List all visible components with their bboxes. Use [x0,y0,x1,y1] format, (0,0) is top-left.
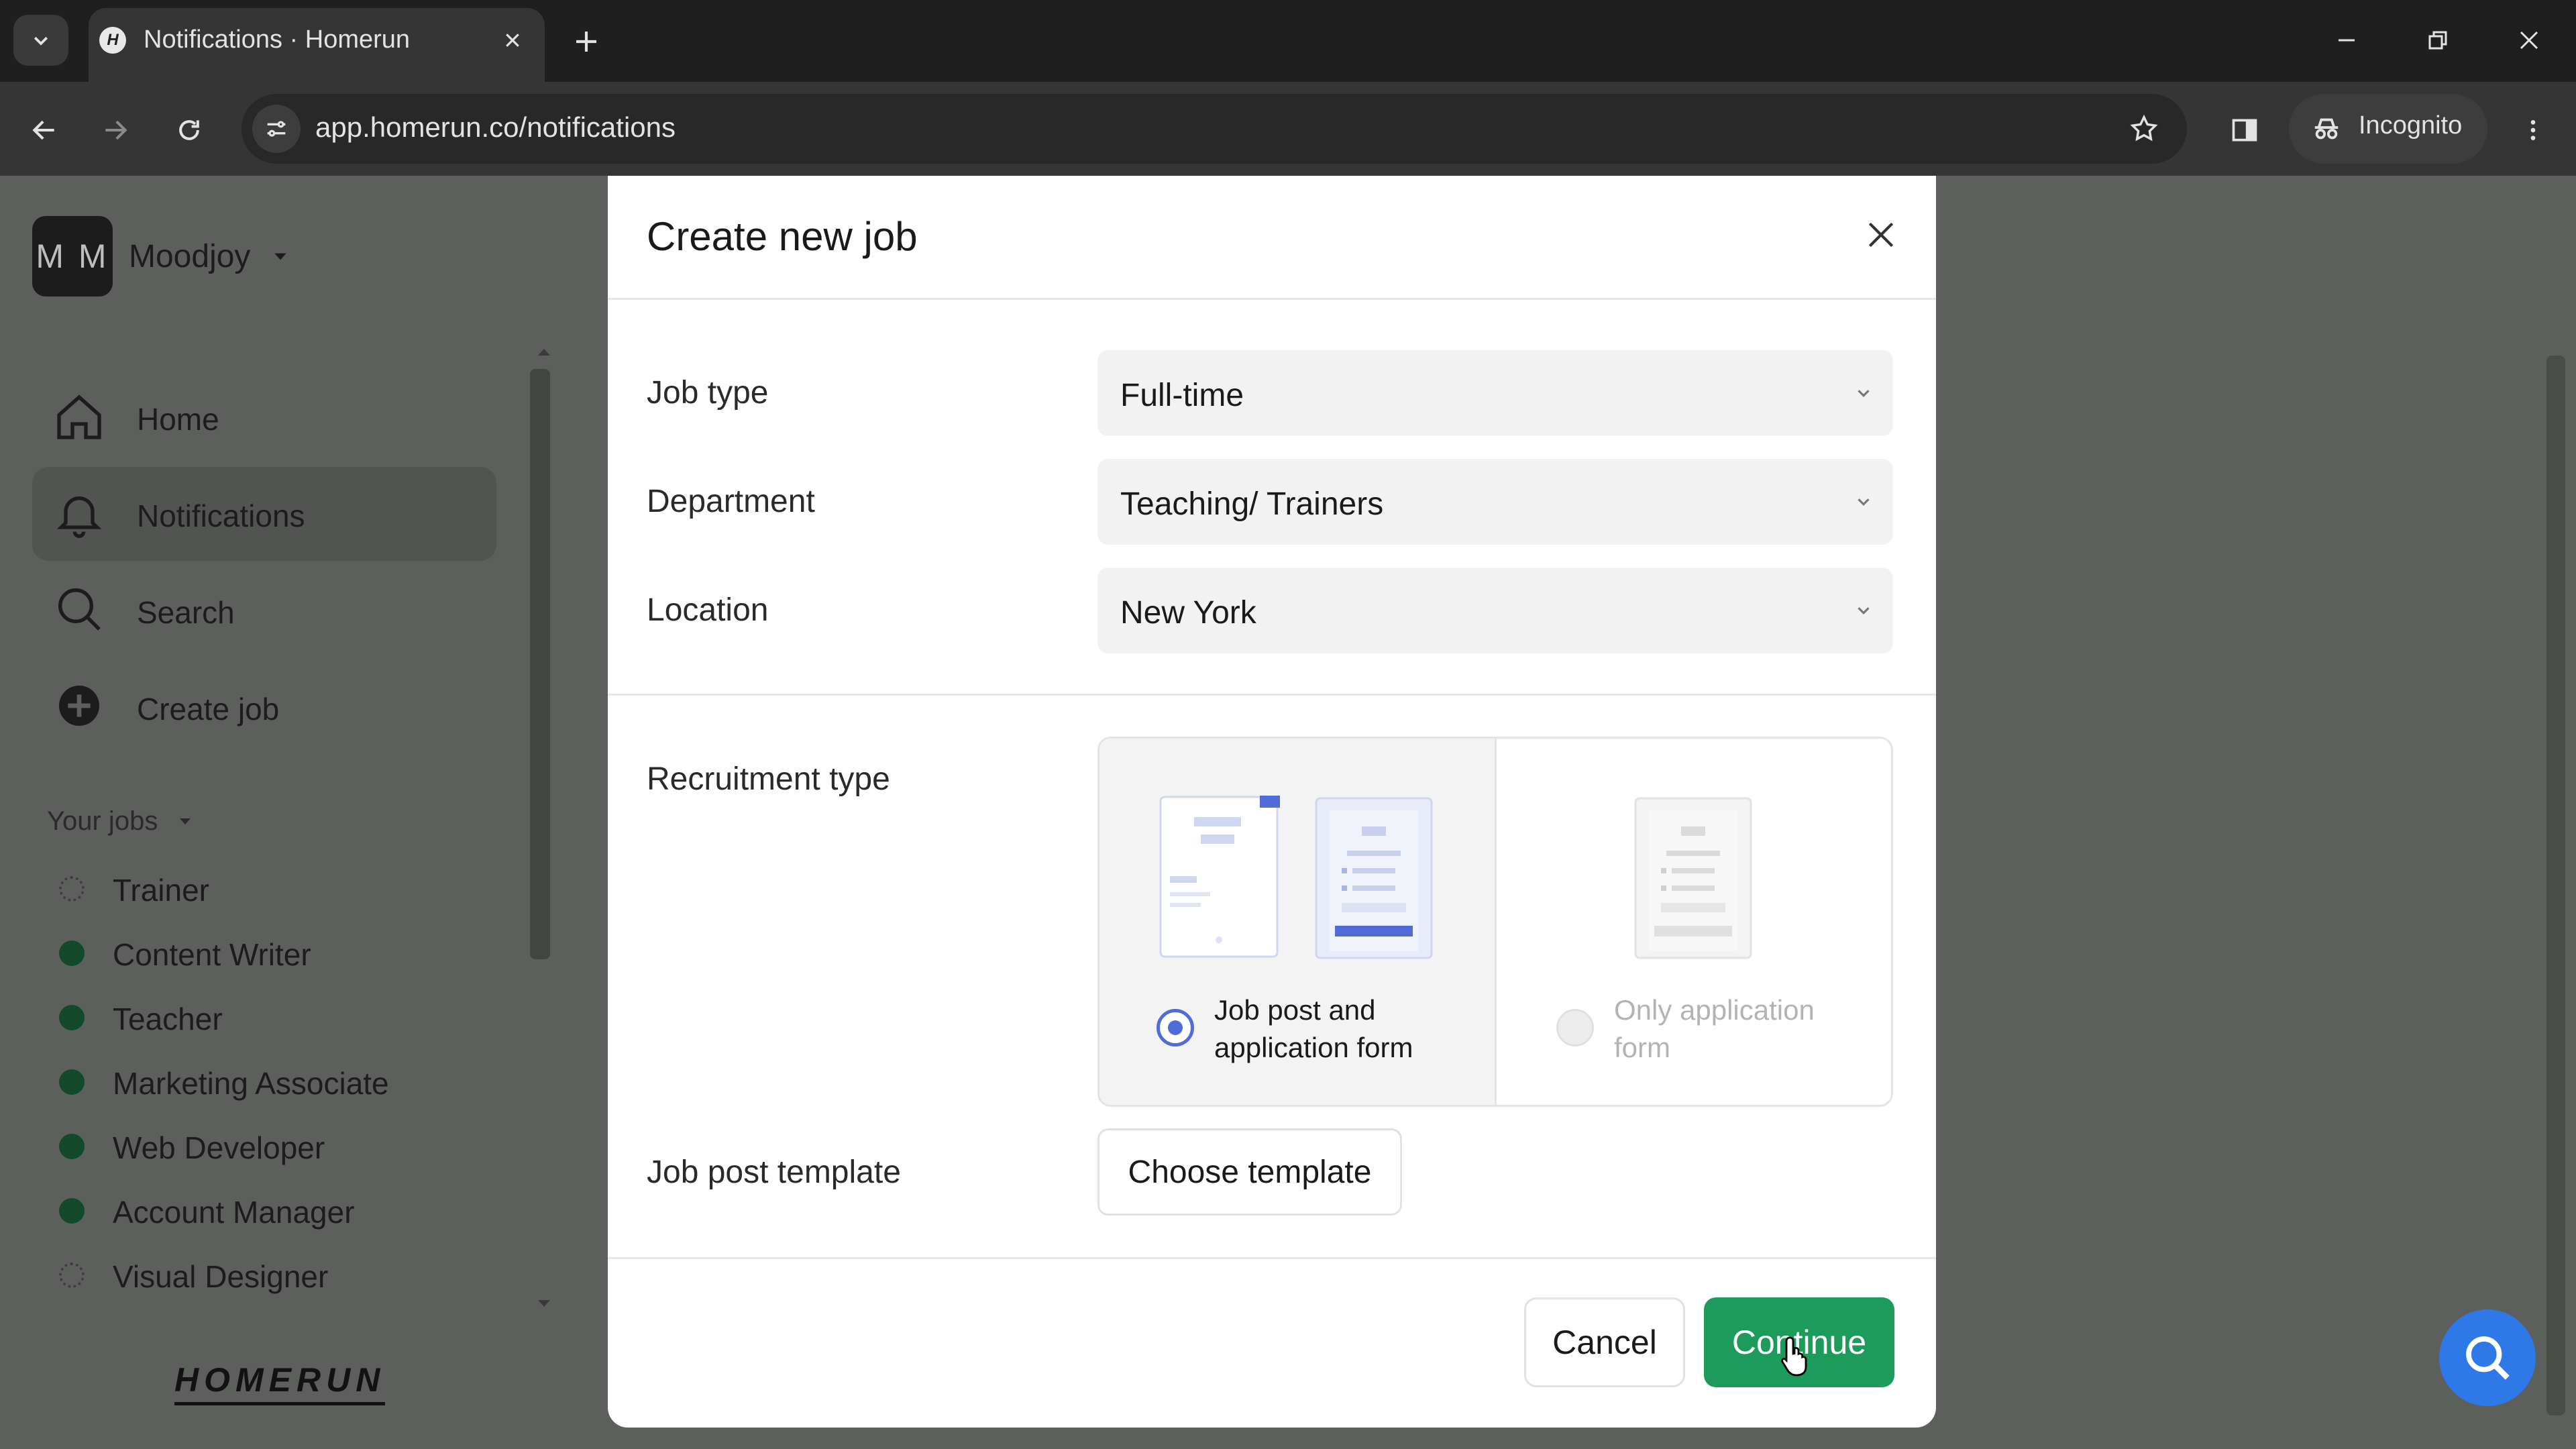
sidebar-item-label: Notifications [137,498,305,533]
modal-footer-divider [608,1257,1936,1259]
tab-title: Notifications · Homerun [144,25,411,54]
browser-menu-button[interactable] [2509,105,2557,156]
search-icon [2466,1336,2510,1380]
job-status-dot-active [59,1134,85,1159]
side-panel-icon [2232,119,2257,142]
cancel-button[interactable]: Cancel [1524,1297,1685,1387]
chevron-down-icon [1850,380,1877,407]
caret-down-icon[interactable] [271,247,290,266]
modal-close-button[interactable] [1857,211,1905,259]
page-scrollbar[interactable] [2546,356,2565,1415]
url-text[interactable]: app.homerun.co/notifications [315,111,676,144]
job-list-item[interactable]: Teacher [113,1001,223,1037]
modal-title: Create new job [647,214,918,259]
new-tab-button[interactable] [568,23,605,60]
your-jobs-heading[interactable]: Your jobs [47,806,158,837]
plus-circle-icon [51,678,107,734]
bell-icon [51,486,107,542]
minimize-button[interactable] [2313,15,2380,66]
application-form-illustration-icon [1315,797,1433,959]
more-vert-icon [2530,120,2536,140]
chevron-down-icon [1850,597,1877,624]
modal-section-divider [608,694,1936,696]
job-post-illustration-icon [1159,796,1280,958]
sidebar-item-label: Home [137,402,219,437]
chevron-down-icon [1850,488,1877,515]
reload-button[interactable] [164,105,215,156]
chevron-down-icon [34,36,48,46]
plus-icon [576,32,596,52]
forward-button[interactable] [90,105,141,156]
site-info-button[interactable] [252,105,301,153]
job-post-template-label: Job post template [647,1155,901,1190]
job-list-item[interactable]: Web Developer [113,1130,325,1166]
close-icon [506,34,519,47]
close-icon [2520,31,2538,50]
job-status-dot-draft [59,876,85,902]
star-icon [2130,114,2158,142]
tab-favicon: H [99,27,126,54]
restore-button[interactable] [2404,15,2471,66]
help-search-button[interactable] [2439,1309,2536,1406]
radio-label: Only application form [1614,994,1815,1063]
tab-search-button[interactable] [13,15,68,66]
recruitment-type-label: Recruitment type [647,761,890,797]
minimize-icon [2339,39,2355,42]
job-status-dot-active [59,1005,85,1030]
homerun-logo: HOMERUN [174,1360,386,1405]
department-value: Teaching/ Trainers [1120,486,1384,522]
sidebar-item-label: Search [137,595,235,630]
job-list-item[interactable]: Trainer [113,872,209,908]
home-icon [51,389,107,445]
tab-close-button[interactable] [496,24,529,56]
search-icon [51,581,107,637]
incognito-label: Incognito [2359,111,2463,140]
job-status-dot-active [59,941,85,966]
job-list-item[interactable]: Account Manager [113,1194,355,1230]
side-panel-button[interactable] [2219,105,2270,156]
hand-cursor-icon [1781,1336,1807,1377]
scroll-down-icon[interactable] [537,1299,551,1313]
job-status-dot-active [59,1069,85,1095]
job-list-item[interactable]: Marketing Associate [113,1065,389,1102]
avatar[interactable]: M M [32,216,113,297]
back-button[interactable] [19,105,70,156]
radio-label: Job post and application form [1214,994,1413,1063]
incognito-icon [2308,110,2345,148]
radio-job-post-and-form[interactable] [1157,1009,1194,1046]
caret-down-icon[interactable] [177,813,193,833]
location-value: New York [1120,595,1256,631]
modal-header-divider [608,298,1936,300]
arrow-left-icon [32,120,54,140]
job-type-label: Job type [647,375,769,411]
department-label: Department [647,484,815,519]
reload-icon [179,120,199,140]
job-status-dot-draft [59,1263,85,1288]
location-label: Location [647,592,769,628]
tune-icon [267,121,286,137]
sidebar-item-label: Create job [137,692,280,727]
job-list-item[interactable]: Visual Designer [113,1258,328,1295]
radio-only-application-form[interactable] [1556,1009,1594,1046]
workspace-name[interactable]: Moodjoy [129,238,250,275]
choose-template-button[interactable]: Choose template [1097,1128,1402,1216]
scroll-up-icon[interactable] [537,346,551,360]
job-status-dot-active [59,1198,85,1224]
window-close-button[interactable] [2496,15,2563,66]
close-icon [1868,222,1894,248]
bookmark-button[interactable] [2120,105,2168,153]
restore-icon [2428,31,2447,50]
job-list-item[interactable]: Content Writer [113,936,311,973]
sidebar-scrollbar[interactable] [530,369,550,959]
job-type-value: Full-time [1120,378,1244,413]
arrow-right-icon [105,120,127,140]
